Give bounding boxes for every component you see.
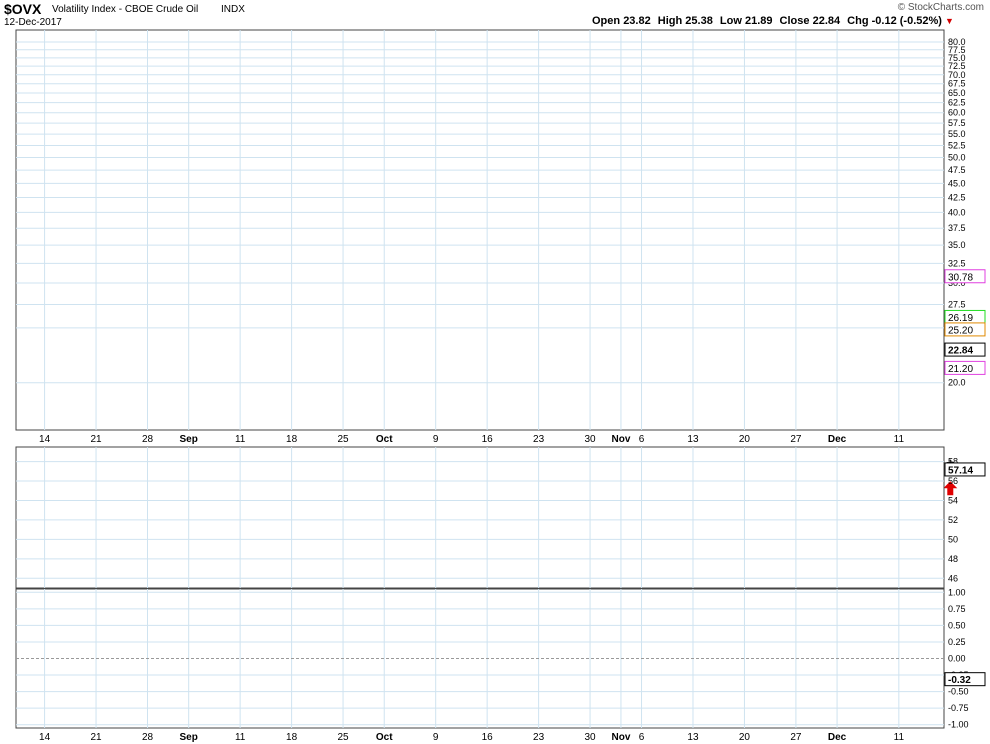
corr-x-label: 25 (337, 732, 349, 743)
ovx-y-tick: 37.5 (948, 223, 966, 233)
wtic-y-tick: 54 (948, 495, 958, 505)
ovx-x-label: 20 (739, 434, 751, 445)
ovx-y-tick: 32.5 (948, 258, 966, 268)
ovx-y-tick: 62.5 (948, 98, 966, 108)
ovx-x-label: 6 (639, 434, 645, 445)
ovx-x-label: 13 (687, 434, 699, 445)
wtic-frame (15, 446, 945, 589)
corr-y-tick: -0.75 (948, 703, 969, 713)
ovx-y-tick: 47.5 (948, 165, 966, 175)
corr-y-tick: 0.25 (948, 637, 966, 647)
chart-canvas: $OVX (Daily) 22.84MA(40) 26.19EMA(55) 26… (15, 29, 986, 743)
ovx-y-tick: 60.0 (948, 108, 966, 118)
ovx-y-tick: 65.0 (948, 88, 966, 98)
ovx-x-label: 14 (39, 434, 51, 445)
tag-bb-upper: 30.78 (948, 272, 973, 283)
corr-y-tick: -0.50 (948, 687, 969, 697)
corr-x-label: 14 (39, 732, 51, 743)
ovx-x-label: 16 (482, 434, 494, 445)
ovx-x-label: 11 (235, 434, 246, 445)
corr-y-tick: 0.00 (948, 654, 966, 664)
ovx-y-tick: 42.5 (948, 192, 966, 202)
axes: 80.077.575.072.570.067.565.062.560.057.5… (15, 29, 986, 743)
wtic-y-tick: 56 (948, 476, 958, 486)
tag-wtic-close: 57.14 (948, 465, 973, 476)
ovx-x-label: 28 (142, 434, 154, 445)
corr-x-label: 13 (687, 732, 699, 743)
wtic-y-tick: 52 (948, 515, 958, 525)
corr-x-label: 20 (739, 732, 751, 743)
ovx-x-label: 25 (337, 434, 349, 445)
corr-x-label: 16 (482, 732, 494, 743)
wtic-y-tick: 46 (948, 573, 958, 583)
ovx-x-label: Sep (180, 434, 198, 445)
ovx-x-label: 23 (533, 434, 545, 445)
wtic-y-tick: 48 (948, 554, 958, 564)
ovx-x-label: 9 (433, 434, 439, 445)
corr-y-tick: 0.75 (948, 604, 966, 614)
ovx-y-tick: 35.0 (948, 240, 966, 250)
corr-x-label: 27 (790, 732, 802, 743)
ovx-y-tick: 40.0 (948, 207, 966, 217)
ovx-y-tick: 50.0 (948, 153, 966, 163)
corr-x-label: 28 (142, 732, 154, 743)
ovx-y-tick: 52.5 (948, 141, 966, 151)
wtic-y-tick: 50 (948, 534, 958, 544)
ovx-x-label: 30 (585, 434, 597, 445)
corr-x-label: 6 (639, 732, 645, 743)
corr-x-label: 11 (235, 732, 246, 743)
corr-x-label: Dec (828, 732, 847, 743)
ovx-y-tick: 55.0 (948, 129, 966, 139)
corr-x-label: 23 (533, 732, 545, 743)
corr-y-tick: 1.00 (948, 587, 966, 597)
tag-close: 22.84 (948, 346, 973, 357)
ovx-y-tick: 20.0 (948, 378, 966, 388)
corr-x-label: 21 (90, 732, 102, 743)
corr-x-label: Nov (611, 732, 630, 743)
ovx-x-label: Oct (376, 434, 393, 445)
corr-x-label: Oct (376, 732, 393, 743)
tag-ema21: 25.20 (948, 325, 973, 336)
ovx-x-label: Dec (828, 434, 847, 445)
ovx-x-label: 27 (790, 434, 802, 445)
tag-ma40: 26.19 (948, 313, 973, 324)
corr-frame (15, 588, 945, 729)
corr-x-label: 18 (286, 732, 298, 743)
corr-x-label: 9 (433, 732, 439, 743)
corr-x-label: 11 (894, 732, 905, 743)
corr-x-label: Sep (180, 732, 198, 743)
ovx-frame (15, 29, 945, 431)
corr-y-tick: -1.00 (948, 720, 969, 730)
corr-x-label: 30 (585, 732, 597, 743)
corr-y-tick: 0.50 (948, 620, 966, 630)
ovx-x-label: 18 (286, 434, 298, 445)
ovx-y-tick: 57.5 (948, 118, 966, 128)
tag-corr: -0.32 (948, 675, 971, 686)
ovx-y-tick: 45.0 (948, 178, 966, 188)
ovx-x-label: 21 (90, 434, 102, 445)
ovx-x-label: Nov (611, 434, 630, 445)
ovx-x-label: 11 (894, 434, 905, 445)
ovx-y-tick: 27.5 (948, 299, 966, 309)
tag-bb-lower: 21.20 (948, 364, 973, 375)
